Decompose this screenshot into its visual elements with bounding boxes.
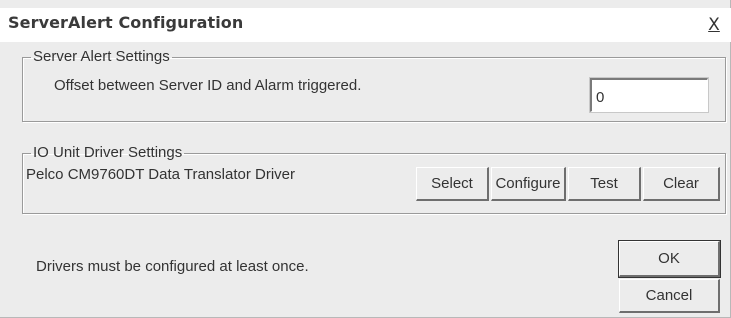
select-button[interactable]: Select: [416, 167, 489, 201]
server-alert-settings-legend: Server Alert Settings: [33, 48, 170, 65]
offset-label: Offset between Server ID and Alarm trigg…: [54, 77, 362, 94]
close-icon[interactable]: X: [705, 15, 723, 35]
ok-button[interactable]: OK: [618, 240, 721, 278]
serveralert-config-dialog: ServerAlert Configuration X Server Alert…: [0, 0, 731, 318]
test-button[interactable]: Test: [568, 167, 641, 201]
io-unit-driver-settings-legend: IO Unit Driver Settings: [33, 144, 183, 161]
clear-button[interactable]: Clear: [643, 167, 720, 201]
title-bar[interactable]: ServerAlert Configuration X: [0, 8, 731, 42]
cancel-button[interactable]: Cancel: [619, 279, 720, 313]
window-title: ServerAlert Configuration: [8, 13, 244, 32]
drivers-note: Drivers must be configured at least once…: [36, 258, 309, 275]
configure-button[interactable]: Configure: [491, 167, 566, 201]
driver-name-label: Pelco CM9760DT Data Translator Driver: [26, 166, 295, 183]
offset-input[interactable]: [589, 77, 709, 113]
